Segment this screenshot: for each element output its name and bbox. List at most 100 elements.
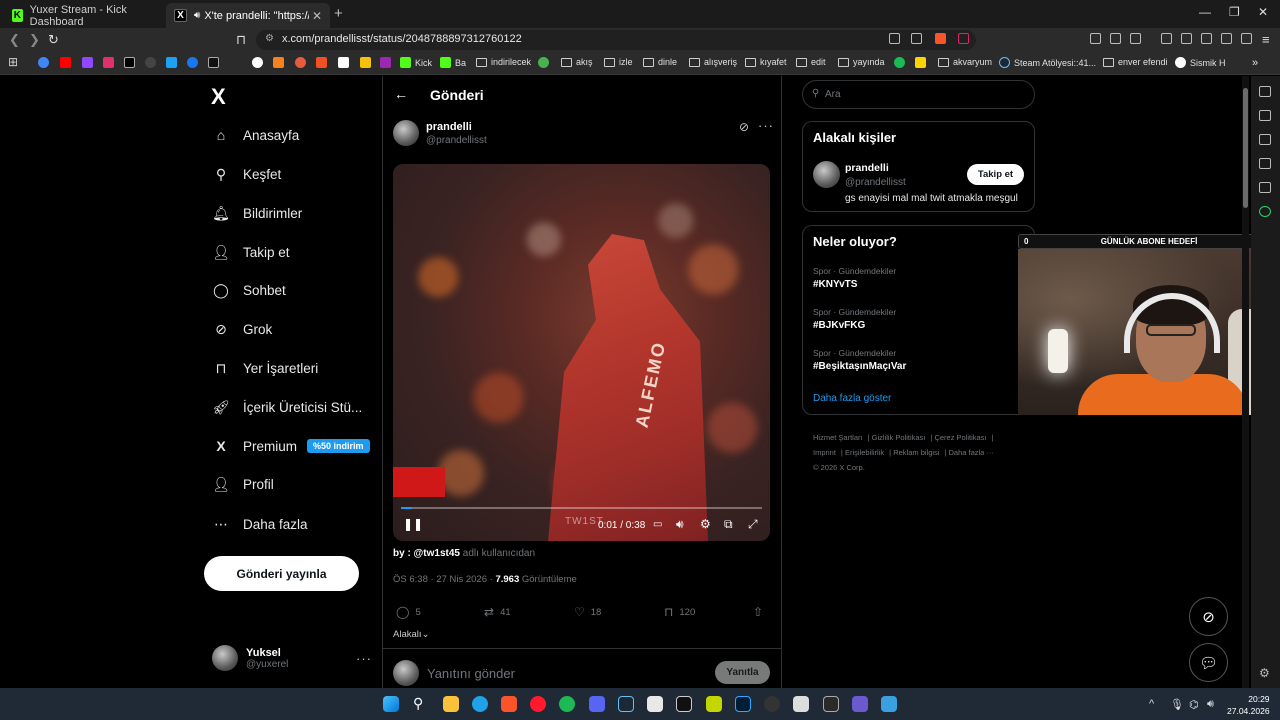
epic-games-icon[interactable] [823,696,839,712]
leo-ai-icon[interactable] [1259,86,1271,97]
close-tab-icon[interactable]: ✕ [312,9,322,23]
tab-x-post[interactable]: X 🔊︎ X'te prandelli: "https://t.co/hi...… [166,3,330,28]
bookmark-folder[interactable]: dinle [643,57,677,67]
bookmark-folder[interactable]: yayında [838,57,885,67]
settings-icon[interactable]: ⚙ [1259,666,1270,680]
bookmark-icon-only[interactable] [894,57,909,68]
tab-kick-dashboard[interactable]: K Yuxer Stream - Kick Dashboard [4,3,164,28]
bookmark-kick[interactable]: Kick [400,57,432,68]
post-author[interactable]: prandelli @prandellisst [393,120,487,146]
bookmark-folder[interactable]: alışveriş [689,57,737,67]
brave-icon[interactable] [501,696,517,712]
trend-item[interactable]: #BJKvFKG [813,320,865,331]
back-button[interactable]: ❮ [9,32,20,48]
reply-input[interactable]: Yanıtını gönder [427,666,515,681]
post-more-icon[interactable]: ··· [758,118,774,133]
fullscreen-icon[interactable]: ⤢ [748,517,758,532]
bookmark-page-icon[interactable]: ⊓ [236,32,246,48]
bookmark-icon-only[interactable] [187,57,202,68]
app-icon[interactable] [793,696,809,712]
spotify-icon[interactable] [559,696,575,712]
nav-notifications[interactable]: 🔔︎ Bildirimler [212,200,302,226]
follow-button[interactable]: Takip et [967,164,1024,185]
bookmark-folder[interactable]: izle [604,57,633,67]
app-icon[interactable] [676,696,692,712]
extension-icon[interactable] [1110,33,1121,44]
post-timestamp[interactable]: ÖS 6:38 · 27 Nis 2026 · [393,574,493,585]
bookmark-icon-only[interactable] [208,57,223,68]
bookmark-sismik[interactable]: Sismik H [1175,57,1226,68]
vpn-icon[interactable] [1241,33,1252,44]
calculator-icon[interactable] [647,696,663,712]
share-action[interactable]: ⇧ [753,605,763,619]
nav-home[interactable]: ⌂ Anasayfa [212,122,300,148]
bookmark-icon-only[interactable] [360,57,375,68]
extension-icon[interactable] [1090,33,1101,44]
brave-shield-icon[interactable] [935,33,946,44]
bookmark-icon-only[interactable] [252,57,267,68]
bookmark-folder[interactable]: kıyafet [745,57,787,67]
nav-chat[interactable]: ◯ Sohbet [212,277,286,303]
app-icon[interactable] [881,696,897,712]
footer-link[interactable]: Reklam bilgisi [893,448,939,457]
back-arrow-icon[interactable]: ← [394,86,408,102]
forward-button[interactable]: ❯ [29,32,40,48]
bookmark-folder[interactable]: edit [796,57,826,67]
reply-action[interactable]: ◯ 5 [396,605,421,619]
reload-button[interactable]: ↻ [48,32,59,48]
bookmark-steam[interactable]: Steam Atölyesi::41... [999,57,1096,68]
scrollbar[interactable] [1242,76,1249,688]
bookmark-folder[interactable]: enver efendi [1103,57,1168,67]
related-toggle[interactable]: Alakalı⌄ [393,629,429,640]
trend-item[interactable]: #BeşiktaşınMaçıVar [813,361,906,372]
show-more-link[interactable]: Daha fazla göster [813,393,891,404]
microphone-icon[interactable]: 🎙︎ [1170,698,1184,711]
menu-icon[interactable]: ≡ [1262,32,1270,47]
opera-icon[interactable] [530,696,546,712]
nav-more[interactable]: ⋯ Daha fazla [212,511,308,537]
x-logo-icon[interactable]: X [211,84,226,110]
video-player[interactable]: ALFEMO TW1ST ❚❚ 0:01 / 0:38 ▭ 🔊︎ ⚙ ⧉ ⤢ [393,164,770,541]
new-tab-button[interactable]: + [334,5,343,22]
nav-creator-studio[interactable]: 🚀︎ İçerik Üreticisi Stü... [212,394,362,420]
post-button[interactable]: Gönderi yayınla [204,556,359,591]
bookmark-folder[interactable]: indirilecek [476,57,531,67]
pause-icon[interactable]: ❚❚ [403,517,423,531]
extension-icon[interactable] [1130,33,1141,44]
avatar[interactable] [813,161,840,188]
scrollbar-thumb[interactable] [1243,88,1248,208]
like-action[interactable]: ♡ 18 [574,605,601,619]
cast-icon[interactable] [889,33,900,44]
bookmark-icon-only[interactable] [915,57,930,68]
whatsapp-icon[interactable] [1259,206,1271,217]
bookmark-icon-only[interactable] [538,57,553,68]
messages-fab-icon[interactable]: 💬︎ [1189,643,1228,682]
share-icon[interactable] [911,33,922,44]
search-icon[interactable]: ⚲ [413,695,423,712]
reading-list-icon[interactable] [1259,110,1271,121]
audio-playing-icon[interactable]: 🔊︎ [194,10,200,21]
media-icon[interactable] [1161,33,1172,44]
close-window-button[interactable]: ✕ [1258,5,1268,19]
start-icon[interactable] [383,696,399,712]
tray-chevron-icon[interactable]: ^ [1149,698,1154,710]
repost-action[interactable]: ⇄ 41 [484,605,511,619]
account-switcher[interactable]: Yuksel @yuxerel [212,645,288,671]
bookmarks-panel-icon[interactable] [1259,158,1271,169]
captions-icon[interactable]: ▭ [653,519,662,530]
bookmark-icon-only[interactable] [124,57,139,68]
author-name[interactable]: prandelli [426,121,487,133]
footer-link[interactable]: Imprint [813,448,836,457]
minimize-button[interactable]: — [1199,5,1211,19]
video-progress-bar[interactable] [401,507,762,509]
wallet-icon[interactable] [1201,33,1212,44]
footer-link[interactable]: Erişilebilirlik [845,448,884,457]
volume-icon[interactable]: 🔊︎ [1207,698,1214,711]
person-handle[interactable]: @prandellisst [845,177,906,188]
more-bookmarks-icon[interactable]: » [1252,57,1258,69]
footer-link[interactable]: Daha fazla ··· [949,448,994,457]
system-clock[interactable]: 20:29 27.04.2026 [1227,693,1270,717]
footer-link[interactable]: Gizlilik Politikası [872,433,926,442]
author-handle[interactable]: @prandellisst [426,135,487,146]
file-explorer-icon[interactable] [443,696,459,712]
